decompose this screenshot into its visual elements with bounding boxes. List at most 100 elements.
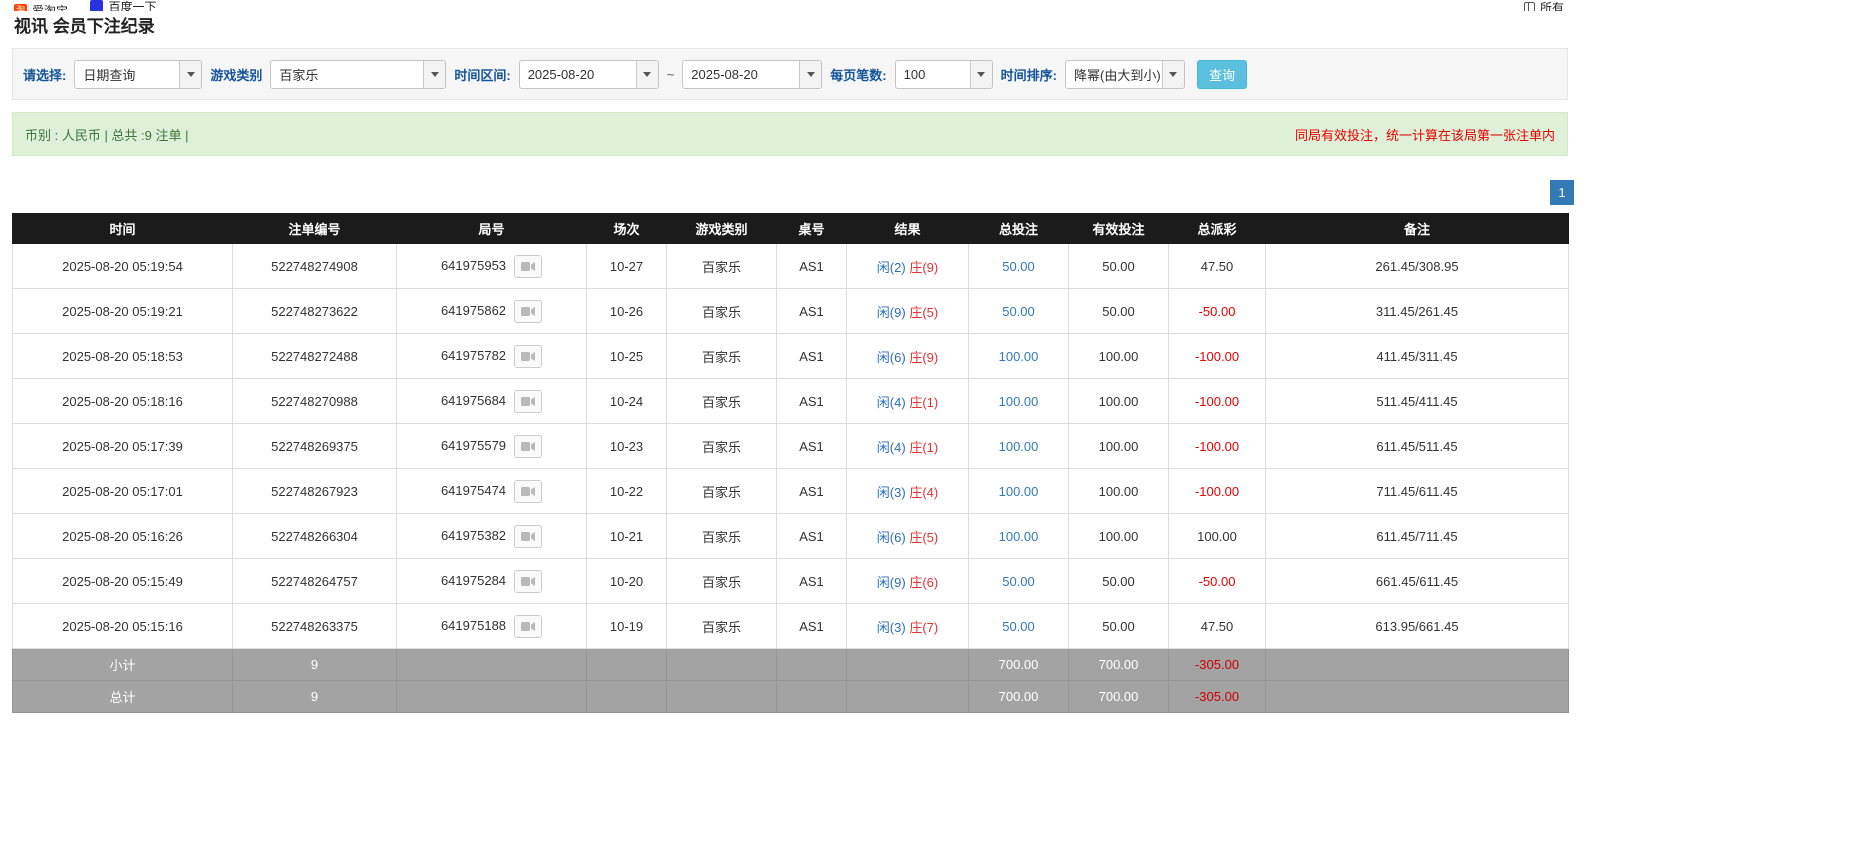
query-type-value: 日期查询	[75, 61, 179, 88]
video-replay-button[interactable]	[514, 435, 542, 458]
chevron-down-icon[interactable]	[970, 61, 992, 88]
column-header: 结果	[847, 214, 969, 244]
result-banker: 庄(9)	[909, 260, 938, 275]
total-bet-link[interactable]: 50.00	[1002, 574, 1035, 589]
video-replay-button[interactable]	[514, 345, 542, 368]
chevron-down-icon[interactable]	[1162, 61, 1184, 88]
payout-value: 100.00	[1197, 529, 1237, 544]
result-banker: 庄(6)	[909, 575, 938, 590]
cell-total-bet: 100.00	[969, 334, 1069, 379]
video-replay-button[interactable]	[514, 615, 542, 638]
total-bet-link[interactable]: 100.00	[999, 439, 1039, 454]
date-from-select[interactable]: 2025-08-20	[519, 60, 659, 89]
cell-game-type: 百家乐	[667, 514, 777, 559]
cell-note: 613.95/661.45	[1266, 604, 1569, 649]
bookmark-baidu[interactable]: 百度一下	[90, 0, 156, 11]
cell-round: 641975579	[397, 424, 587, 469]
time-sort-value: 降幂(由大到小)	[1066, 61, 1162, 88]
cell-time: 2025-08-20 05:15:49	[13, 559, 233, 604]
table-row: 2025-08-20 05:19:54522748274908641975953…	[13, 244, 1569, 289]
cell-note: 261.45/308.95	[1266, 244, 1569, 289]
game-type-label: 游戏类别	[210, 65, 262, 84]
cell-note: 711.45/611.45	[1266, 469, 1569, 514]
payout-value: -50.00	[1199, 574, 1236, 589]
cell-bet-id: 522748264757	[233, 559, 397, 604]
cell-payout: -50.00	[1169, 559, 1266, 604]
video-replay-icon	[521, 621, 536, 632]
page-title: 视讯 会员下注纪录	[14, 14, 1580, 38]
total-bet-link[interactable]: 100.00	[999, 484, 1039, 499]
cell-session: 10-21	[587, 514, 667, 559]
total-bet-link[interactable]: 100.00	[999, 529, 1039, 544]
result-banker: 庄(5)	[909, 530, 938, 545]
video-replay-button[interactable]	[514, 300, 542, 323]
chevron-down-icon[interactable]	[423, 61, 445, 88]
total-bet-link[interactable]: 50.00	[1002, 259, 1035, 274]
cell-bet-id: 522748273622	[233, 289, 397, 334]
column-header: 桌号	[777, 214, 847, 244]
table-head: 时间注单编号局号场次游戏类别桌号结果总投注有效投注总派彩备注	[13, 214, 1569, 244]
column-header: 注单编号	[233, 214, 397, 244]
chevron-down-icon[interactable]	[179, 61, 201, 88]
cell-result: 闲(4) 庄(1)	[847, 379, 969, 424]
column-header: 局号	[397, 214, 587, 244]
cell-round: 641975188	[397, 604, 587, 649]
cell-valid-bet: 50.00	[1069, 244, 1169, 289]
page-button-1[interactable]: 1	[1550, 180, 1574, 205]
cell-bet-id: 522748267923	[233, 469, 397, 514]
all-bookmarks-label: 所有	[1540, 0, 1564, 11]
result-player: 闲(6)	[877, 350, 906, 365]
footer-valid-bet: 700.00	[1069, 681, 1169, 713]
video-replay-button[interactable]	[514, 255, 542, 278]
time-sort-select[interactable]: 降幂(由大到小)	[1065, 60, 1185, 89]
column-header: 总派彩	[1169, 214, 1266, 244]
cell-round: 641975474	[397, 469, 587, 514]
chevron-down-icon[interactable]	[636, 61, 658, 88]
query-button[interactable]: 查询	[1197, 60, 1247, 89]
footer-payout: -305.00	[1169, 649, 1266, 681]
total-bet-link[interactable]: 100.00	[999, 394, 1039, 409]
page-size-select[interactable]: 100	[895, 60, 993, 89]
cell-session: 10-26	[587, 289, 667, 334]
payout-value: -100.00	[1195, 349, 1239, 364]
video-replay-button[interactable]	[514, 480, 542, 503]
footer-count: 9	[233, 681, 397, 713]
result-player: 闲(4)	[877, 440, 906, 455]
cell-bet-id: 522748266304	[233, 514, 397, 559]
grand-total-row: 总计9700.00700.00-305.00	[13, 681, 1569, 713]
filter-bar: 请选择: 日期查询 游戏类别 百家乐 时间区间: 2025-08-20 ~ 20…	[12, 48, 1568, 100]
total-bet-link[interactable]: 50.00	[1002, 304, 1035, 319]
total-bet-link[interactable]: 100.00	[999, 349, 1039, 364]
table-row: 2025-08-20 05:15:16522748263375641975188…	[13, 604, 1569, 649]
chevron-down-icon[interactable]	[799, 61, 821, 88]
column-header: 游戏类别	[667, 214, 777, 244]
payout-value: -100.00	[1195, 484, 1239, 499]
result-banker: 庄(5)	[909, 305, 938, 320]
video-replay-icon	[521, 351, 536, 362]
date-to-select[interactable]: 2025-08-20	[682, 60, 822, 89]
video-replay-button[interactable]	[514, 390, 542, 413]
cell-result: 闲(6) 庄(9)	[847, 334, 969, 379]
cell-session: 10-23	[587, 424, 667, 469]
all-bookmarks-button[interactable]: 所有	[1524, 0, 1564, 11]
video-replay-button[interactable]	[514, 525, 542, 548]
cell-table-no: AS1	[777, 244, 847, 289]
page: 淘 爱淘宝 百度一下 所有 视讯 会员下注纪录 请选择: 日期查询 游戏类别 百…	[0, 0, 1580, 713]
cell-result: 闲(3) 庄(4)	[847, 469, 969, 514]
game-type-value: 百家乐	[271, 61, 423, 88]
payout-value: -50.00	[1199, 304, 1236, 319]
query-type-select[interactable]: 日期查询	[74, 60, 202, 89]
total-bet-link[interactable]: 50.00	[1002, 619, 1035, 634]
footer-valid-bet: 700.00	[1069, 649, 1169, 681]
game-type-select[interactable]: 百家乐	[270, 60, 446, 89]
column-header: 总投注	[969, 214, 1069, 244]
bookmark-aitaobao[interactable]: 淘 爱淘宝	[14, 2, 68, 11]
video-replay-button[interactable]	[514, 570, 542, 593]
cell-table-no: AS1	[777, 289, 847, 334]
payout-value: 47.50	[1201, 619, 1234, 634]
table-row: 2025-08-20 05:17:01522748267923641975474…	[13, 469, 1569, 514]
table-row: 2025-08-20 05:19:21522748273622641975862…	[13, 289, 1569, 334]
cell-payout: -50.00	[1169, 289, 1266, 334]
cell-game-type: 百家乐	[667, 469, 777, 514]
column-header: 场次	[587, 214, 667, 244]
